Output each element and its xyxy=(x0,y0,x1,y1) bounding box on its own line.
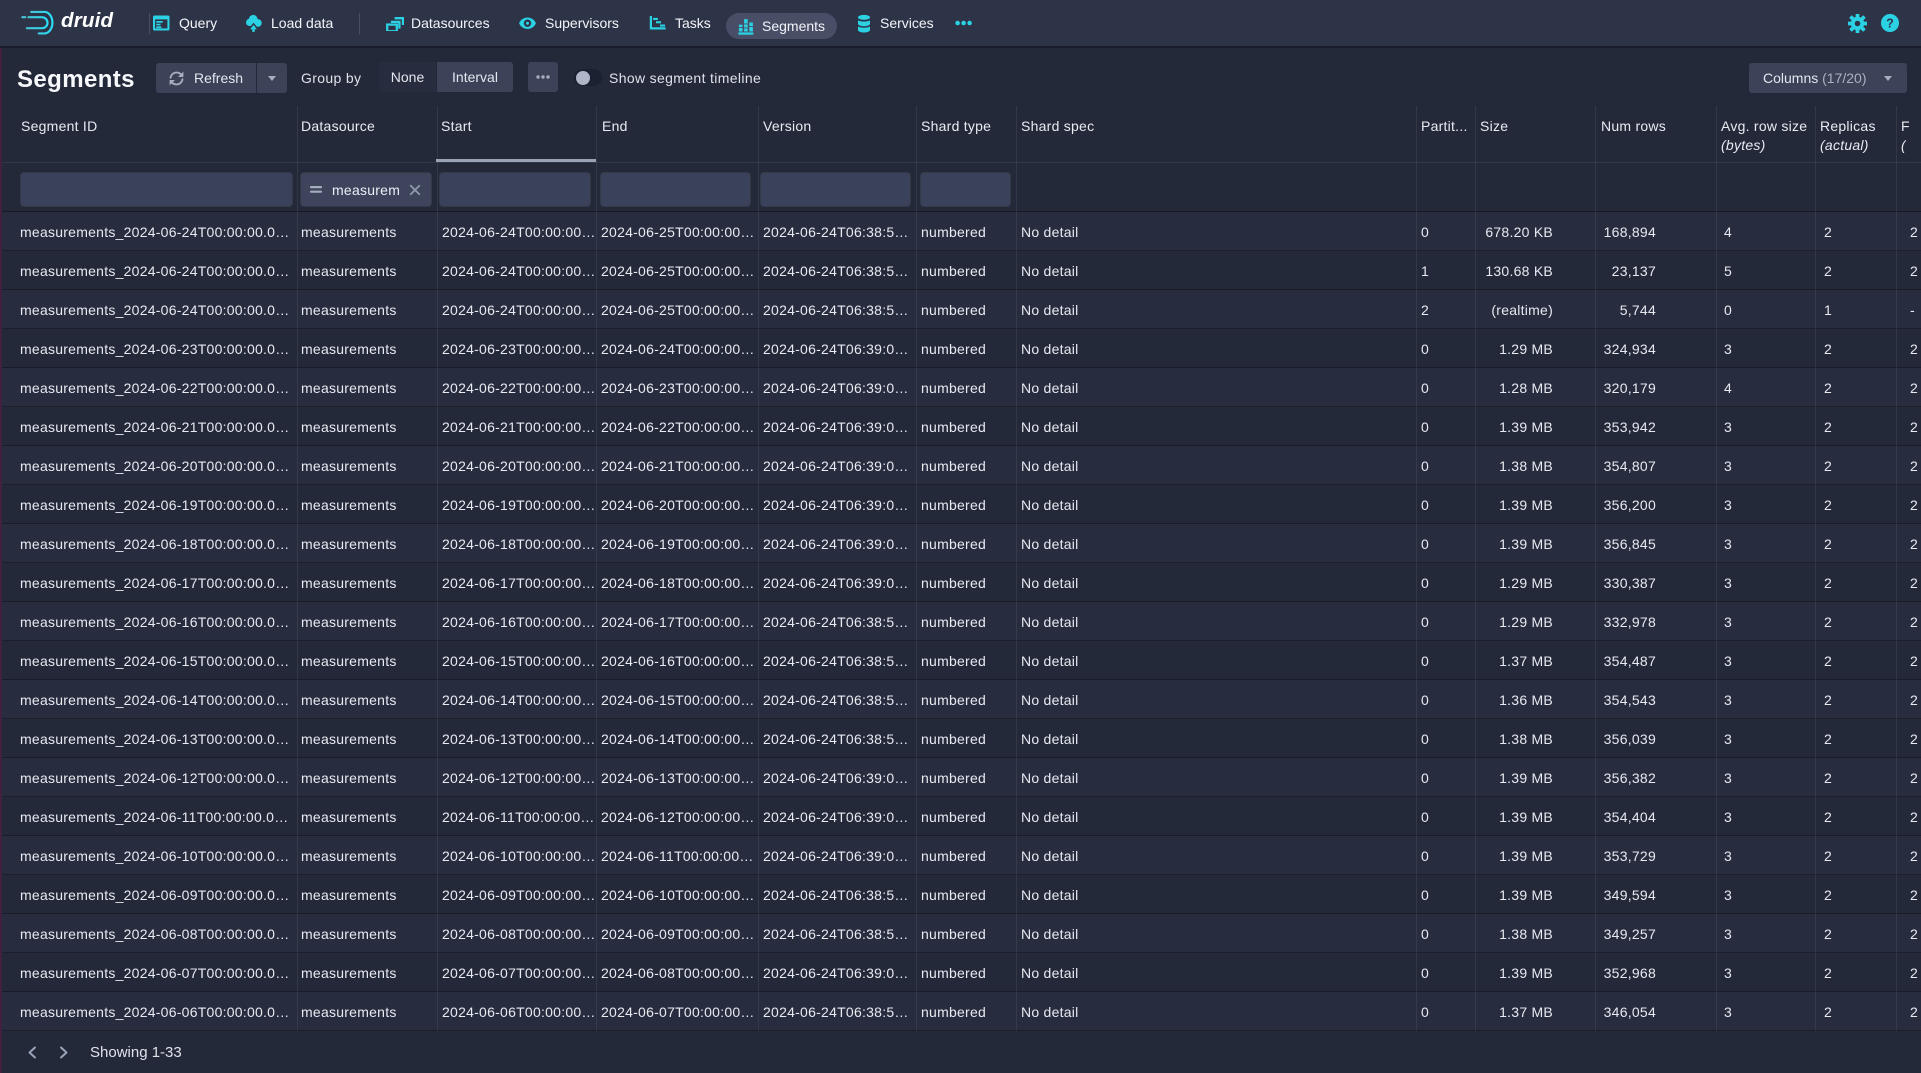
svg-text:?: ? xyxy=(1886,17,1894,31)
